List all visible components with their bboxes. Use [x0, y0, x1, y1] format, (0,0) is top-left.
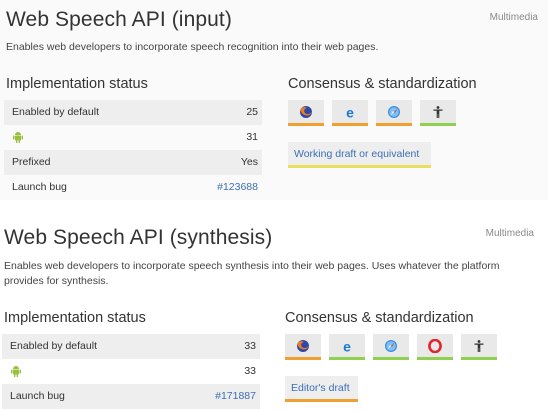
opera-position[interactable]	[417, 334, 453, 360]
status-row-prefixed: Prefixed Yes	[4, 150, 262, 175]
status-value: 31	[246, 131, 258, 143]
consensus-heading: Consensus & standardization	[288, 76, 477, 92]
status-label: Enabled by default	[12, 106, 99, 118]
status-row-launch-bug: Launch bug #123688	[4, 175, 262, 200]
feature-category[interactable]: Multimedia	[486, 228, 534, 239]
safari-icon	[388, 106, 400, 118]
feature-title[interactable]: Web Speech API (synthesis)	[4, 226, 272, 250]
feature-card-speech-synthesis: Web Speech API (synthesis) Multimedia En…	[0, 206, 548, 411]
status-label: Launch bug	[10, 390, 65, 402]
edge-position[interactable]: e	[332, 100, 368, 126]
status-row-launch-bug: Launch bug #171887	[2, 384, 260, 409]
web-developers-icon	[433, 106, 443, 118]
status-value: Yes	[240, 156, 258, 168]
firefox-position[interactable]	[288, 100, 324, 126]
feature-card-speech-input: Web Speech API (input) Multimedia Enable…	[0, 0, 548, 200]
launch-bug-link[interactable]: #123688	[217, 181, 258, 193]
launch-bug-link[interactable]: #171887	[215, 390, 256, 402]
status-row-enabled: Enabled by default 25	[4, 100, 262, 125]
svg-text:e: e	[343, 339, 351, 353]
implementation-status-heading: Implementation status	[6, 76, 148, 92]
feature-description: Enables web developers to incorporate sp…	[4, 259, 500, 289]
edge-icon: e	[343, 339, 351, 353]
status-label: Enabled by default	[10, 340, 97, 352]
status-label: Launch bug	[12, 181, 67, 193]
status-label: Prefixed	[12, 156, 51, 168]
firefox-icon	[297, 340, 309, 352]
android-icon	[13, 132, 23, 143]
feature-description-line: Enables web developers to incorporate sp…	[4, 260, 500, 272]
status-value: 33	[244, 365, 256, 377]
implementation-status-heading: Implementation status	[4, 310, 146, 326]
feature-title[interactable]: Web Speech API (input)	[6, 8, 232, 32]
status-row-android: 33	[2, 359, 260, 384]
web-developers-position[interactable]	[420, 100, 456, 126]
edge-position[interactable]: e	[329, 334, 365, 360]
safari-position[interactable]	[373, 334, 409, 360]
feature-description: Enables web developers to incorporate sp…	[6, 41, 379, 53]
status-row-enabled: Enabled by default 33	[2, 334, 260, 359]
browser-positions: e	[288, 100, 460, 130]
edge-icon: e	[346, 105, 354, 119]
web-developers-icon	[474, 340, 484, 352]
implementation-status-table: Enabled by default 33 33 Launch bug #171…	[2, 334, 260, 409]
status-value: 25	[246, 106, 258, 118]
svg-text:e: e	[346, 105, 354, 119]
opera-icon	[428, 339, 442, 353]
android-icon	[11, 366, 21, 377]
browser-positions: e	[285, 334, 501, 364]
status-row-android: 31	[4, 125, 262, 150]
spec-status-badge[interactable]: Editor's draft	[285, 376, 358, 402]
consensus-heading: Consensus & standardization	[285, 310, 474, 326]
web-developers-position[interactable]	[461, 334, 497, 360]
firefox-icon	[300, 106, 312, 118]
implementation-status-table: Enabled by default 25 31 Prefixed Yes La…	[4, 100, 262, 200]
status-value: 33	[244, 340, 256, 352]
safari-icon	[385, 340, 397, 352]
feature-description-line: provides for synthesis.	[4, 275, 109, 287]
safari-position[interactable]	[376, 100, 412, 126]
feature-category[interactable]: Multimedia	[490, 12, 538, 23]
firefox-position[interactable]	[285, 334, 321, 360]
spec-status-badge[interactable]: Working draft or equivalent	[288, 142, 431, 168]
